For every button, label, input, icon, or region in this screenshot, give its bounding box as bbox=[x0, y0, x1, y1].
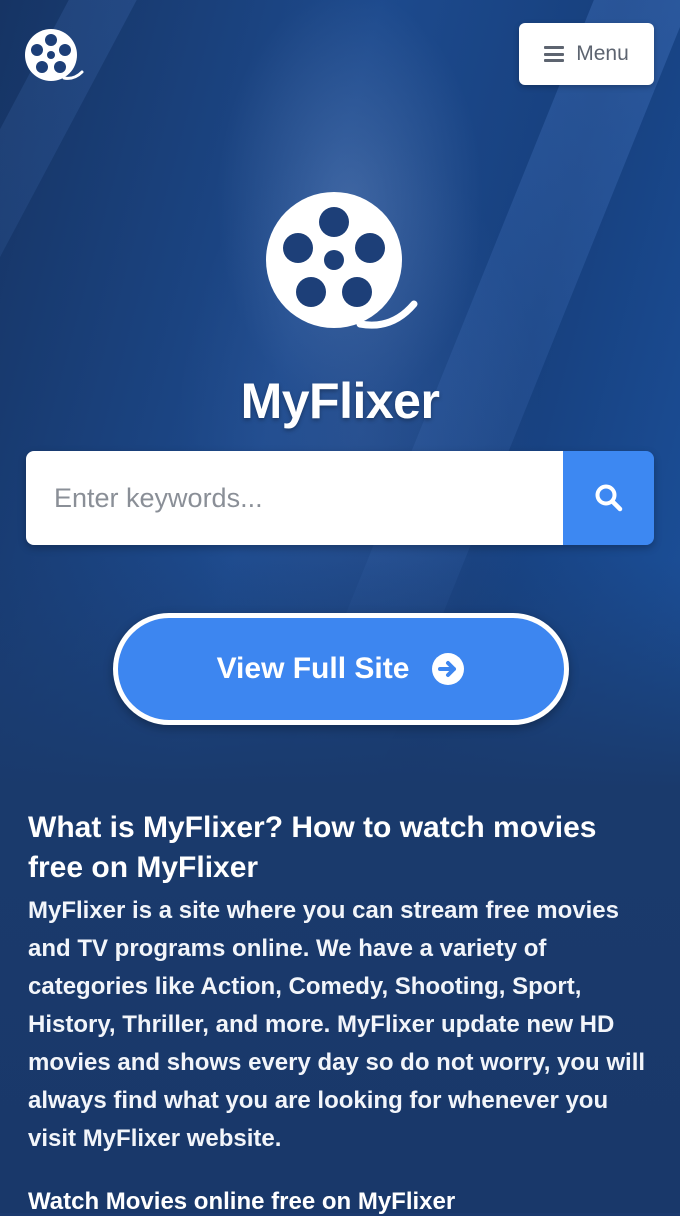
arrow-right-circle-icon bbox=[432, 653, 465, 685]
menu-label: Menu bbox=[576, 42, 629, 65]
film-reel-icon bbox=[266, 192, 418, 329]
article-section: What is MyFlixer? How to watch movies fr… bbox=[28, 808, 653, 1215]
film-reel-icon bbox=[25, 29, 84, 81]
hamburger-icon bbox=[544, 46, 565, 62]
menu-button[interactable]: Menu bbox=[519, 23, 654, 85]
search-icon bbox=[595, 484, 622, 512]
site-title: MyFlixer bbox=[240, 373, 440, 429]
article-subheading: Watch Movies online free on MyFlixer bbox=[28, 1188, 456, 1215]
search-input[interactable] bbox=[26, 451, 563, 545]
view-full-site-label: View Full Site bbox=[216, 652, 410, 685]
hero-logo bbox=[262, 192, 420, 334]
view-full-site-button[interactable]: View Full Site bbox=[113, 613, 569, 725]
search-bar bbox=[26, 451, 654, 545]
article-body: MyFlixer is a site where you can stream … bbox=[28, 897, 646, 1152]
header-logo[interactable] bbox=[24, 28, 84, 84]
article-heading: What is MyFlixer? How to watch movies fr… bbox=[28, 811, 597, 884]
search-button[interactable] bbox=[563, 451, 654, 545]
